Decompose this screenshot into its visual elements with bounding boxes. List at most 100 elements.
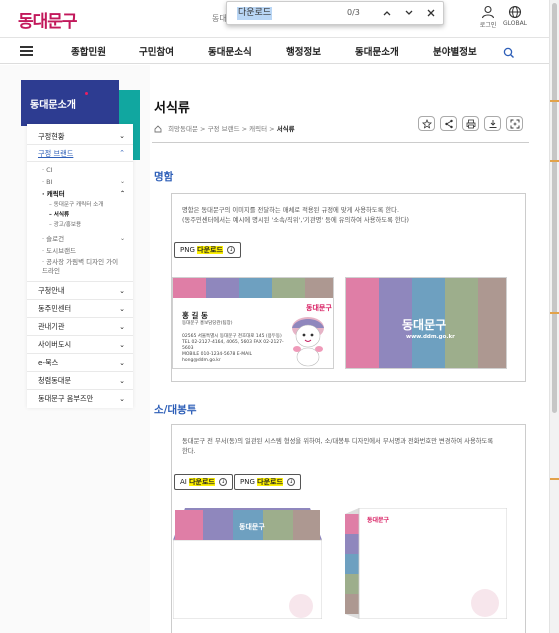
subsub-label: 서식류 [53, 212, 70, 218]
download-label-highlight: 다운로드 [257, 478, 283, 486]
color-strip [346, 278, 379, 368]
sidebar-item-label: 관내기관 [38, 322, 65, 331]
download-label-highlight: 다운로드 [189, 478, 215, 486]
envelope-small: 동대문구 [345, 508, 507, 619]
description-line: 동대문구 전 부서(동)의 일관된 시스템 형성을 위하여, 소/대봉투 디자인… [182, 438, 494, 445]
nav-item-fields[interactable]: 분야별정보 [433, 44, 477, 58]
subitem-label: 공사장 가림벽 디자인 가이드라인 [42, 258, 119, 275]
nav-item-news[interactable]: 동대문소식 [208, 44, 252, 58]
sidebar-item-community[interactable]: 동주민센터 ⌄ [27, 300, 133, 318]
site-logo[interactable]: 동대문구 [18, 7, 78, 32]
sidebar-item-label: e-북스 [38, 358, 59, 367]
sidebar-subitem-slogan[interactable]: · 슬로건 ⌄ [27, 233, 133, 245]
section-title-envelope: 소/대봉투 [154, 404, 197, 416]
find-close-button[interactable] [423, 5, 439, 21]
envelope-description: 동대문구 전 부서(동)의 일관된 시스템 형성을 위하여, 소/대봉투 디자인… [182, 437, 507, 457]
nav-item-admin[interactable]: 행정정보 [286, 44, 321, 58]
header-peek-text: 동대 [212, 14, 227, 23]
main-content: 서식류 희망동대문 > 구정 브랜드 > 캐릭터 > 서식류 명함 명함은 동대… [152, 65, 529, 633]
chevron-up-icon: ⌃ [119, 190, 125, 197]
find-next-button[interactable] [401, 5, 417, 21]
chevron-down-icon: ⌄ [119, 178, 125, 185]
card-back-logo: 동대문구 [402, 318, 447, 332]
hamburger-icon-line [20, 54, 33, 56]
find-count: 0/3 [347, 8, 360, 17]
scroll-marker [550, 100, 559, 102]
envelope-logo: 동대문구 [239, 522, 265, 531]
sidebar-item-ombudsman[interactable]: 동대문구 옴부즈만 ⌄ [27, 390, 133, 408]
color-strip [173, 278, 206, 298]
chevron-down-icon [405, 10, 413, 15]
png-download-button[interactable]: PNG 다운로드 ↓ [174, 242, 242, 258]
sidebar-item-office[interactable]: 구청안내 ⌄ [27, 282, 133, 300]
subitem-label: 슬로건 [46, 235, 65, 243]
envelope-small-logo: 동대문구 [367, 517, 390, 524]
chevron-down-icon: ⌄ [119, 341, 125, 349]
share-button[interactable] [440, 116, 457, 131]
favorite-button[interactable] [418, 116, 435, 131]
scrollbar[interactable] [549, 0, 559, 633]
download-icon [489, 120, 497, 128]
sidebar-item-ebooks[interactable]: e-북스 ⌄ [27, 354, 133, 372]
sidebar-item-institutions[interactable]: 관내기관 ⌄ [27, 318, 133, 336]
sidebar-subitem-guide[interactable]: · 공사장 가림벽 디자인 가이드라인 [27, 257, 133, 277]
ai-download-button[interactable]: AI 다운로드 ↓ [174, 474, 234, 490]
global-label: GLOBAL [502, 20, 528, 27]
sidebar-item-status[interactable]: 구정현황 ⌄ [27, 128, 133, 145]
print-button[interactable] [462, 116, 479, 131]
chevron-up-icon [383, 11, 391, 16]
chevron-down-icon: ⌄ [119, 359, 125, 367]
sidebar-title-dot [85, 92, 88, 95]
nav-item-civil[interactable]: 종합민원 [71, 44, 106, 58]
sidebar-subitem-character[interactable]: · 캐릭터 ⌃ [27, 188, 133, 200]
sidebar-item-label: 구청안내 [38, 286, 65, 295]
download-button[interactable] [484, 116, 501, 131]
card-back-url: www.ddm.go.kr [406, 334, 455, 340]
sidebar-subsub-intro[interactable]: – 동대문구 캐릭터 소개 [27, 200, 133, 210]
scroll-marker [550, 478, 559, 480]
envelope-large: 동대문구 [173, 508, 322, 619]
color-strip [239, 278, 272, 298]
scroll-marker [550, 160, 559, 162]
login-button[interactable]: 로그인 [473, 5, 503, 29]
breadcrumb-item[interactable]: 구정 브랜드 [208, 125, 240, 133]
home-icon[interactable] [154, 125, 162, 133]
breadcrumb-current: 서식류 [276, 125, 295, 133]
chevron-down-icon: ⌄ [119, 235, 125, 242]
breadcrumb-item[interactable]: 희망동대문 [168, 125, 198, 133]
find-prev-button[interactable] [379, 5, 395, 21]
png-download-button[interactable]: PNG 다운로드 ↓ [234, 474, 302, 490]
format-label: PNG [180, 246, 195, 254]
business-card-description: 명함은 동대문구의 이미지를 전달하는 매체로 적용된 규정에 맞게 사용하도록… [182, 206, 507, 226]
sidebar-item-brand[interactable]: 구정 브랜드 ⌃ [27, 145, 133, 162]
color-strip [445, 278, 478, 368]
global-button[interactable]: GLOBAL [500, 5, 530, 27]
menu-button[interactable] [20, 46, 33, 56]
sidebar-title: 동대문소개 [30, 100, 76, 111]
nav-item-intro[interactable]: 동대문소개 [355, 44, 399, 58]
subitem-label: 캐릭터 [46, 190, 65, 198]
breadcrumb-item[interactable]: 캐릭터 [249, 125, 267, 133]
sidebar-subitem-ci[interactable]: · CI [27, 164, 133, 176]
color-strip [206, 278, 239, 298]
hamburger-icon-line [20, 46, 33, 48]
chevron-down-icon: ⌄ [119, 132, 125, 140]
nav-item-participation[interactable]: 구민참여 [139, 44, 174, 58]
sidebar-subitem-bi[interactable]: · BI ⌄ [27, 176, 133, 188]
sidebar-subsub-forms[interactable]: – 서식류 [27, 210, 133, 220]
subitem-label: CI [46, 166, 53, 174]
format-label: AI [180, 478, 187, 486]
business-card-front: 홍 길 동 동대문구 홍보담당관(팀장) 02565 서울특별시 동대문구 천호… [172, 277, 334, 369]
scrollbar-thumb[interactable] [552, 3, 557, 413]
expand-icon [510, 119, 520, 129]
download-label-highlight: 다운로드 [197, 246, 223, 254]
card-contact-line: MOBILE 010-1234-5678 E-MAIL hong@ddm.go.… [182, 352, 253, 363]
sidebar-item-cyber[interactable]: 사이버도시 ⌄ [27, 336, 133, 354]
card-contact-line: TEL 02-2127-4164, 4065, 5603 FAX 02-2127… [182, 340, 284, 351]
expand-button[interactable] [506, 116, 523, 131]
sidebar-item-integrity[interactable]: 청렴동대문 ⌄ [27, 372, 133, 390]
description-line: 명함은 동대문구의 이미지를 전달하는 매체로 적용된 규정에 맞게 사용하도록… [182, 207, 399, 214]
sidebar-subitem-citybrand[interactable]: · 도시브랜드 [27, 245, 133, 257]
search-button[interactable] [503, 44, 515, 63]
sidebar-subsub-ads[interactable]: – 광고/홍보용 [27, 220, 133, 230]
